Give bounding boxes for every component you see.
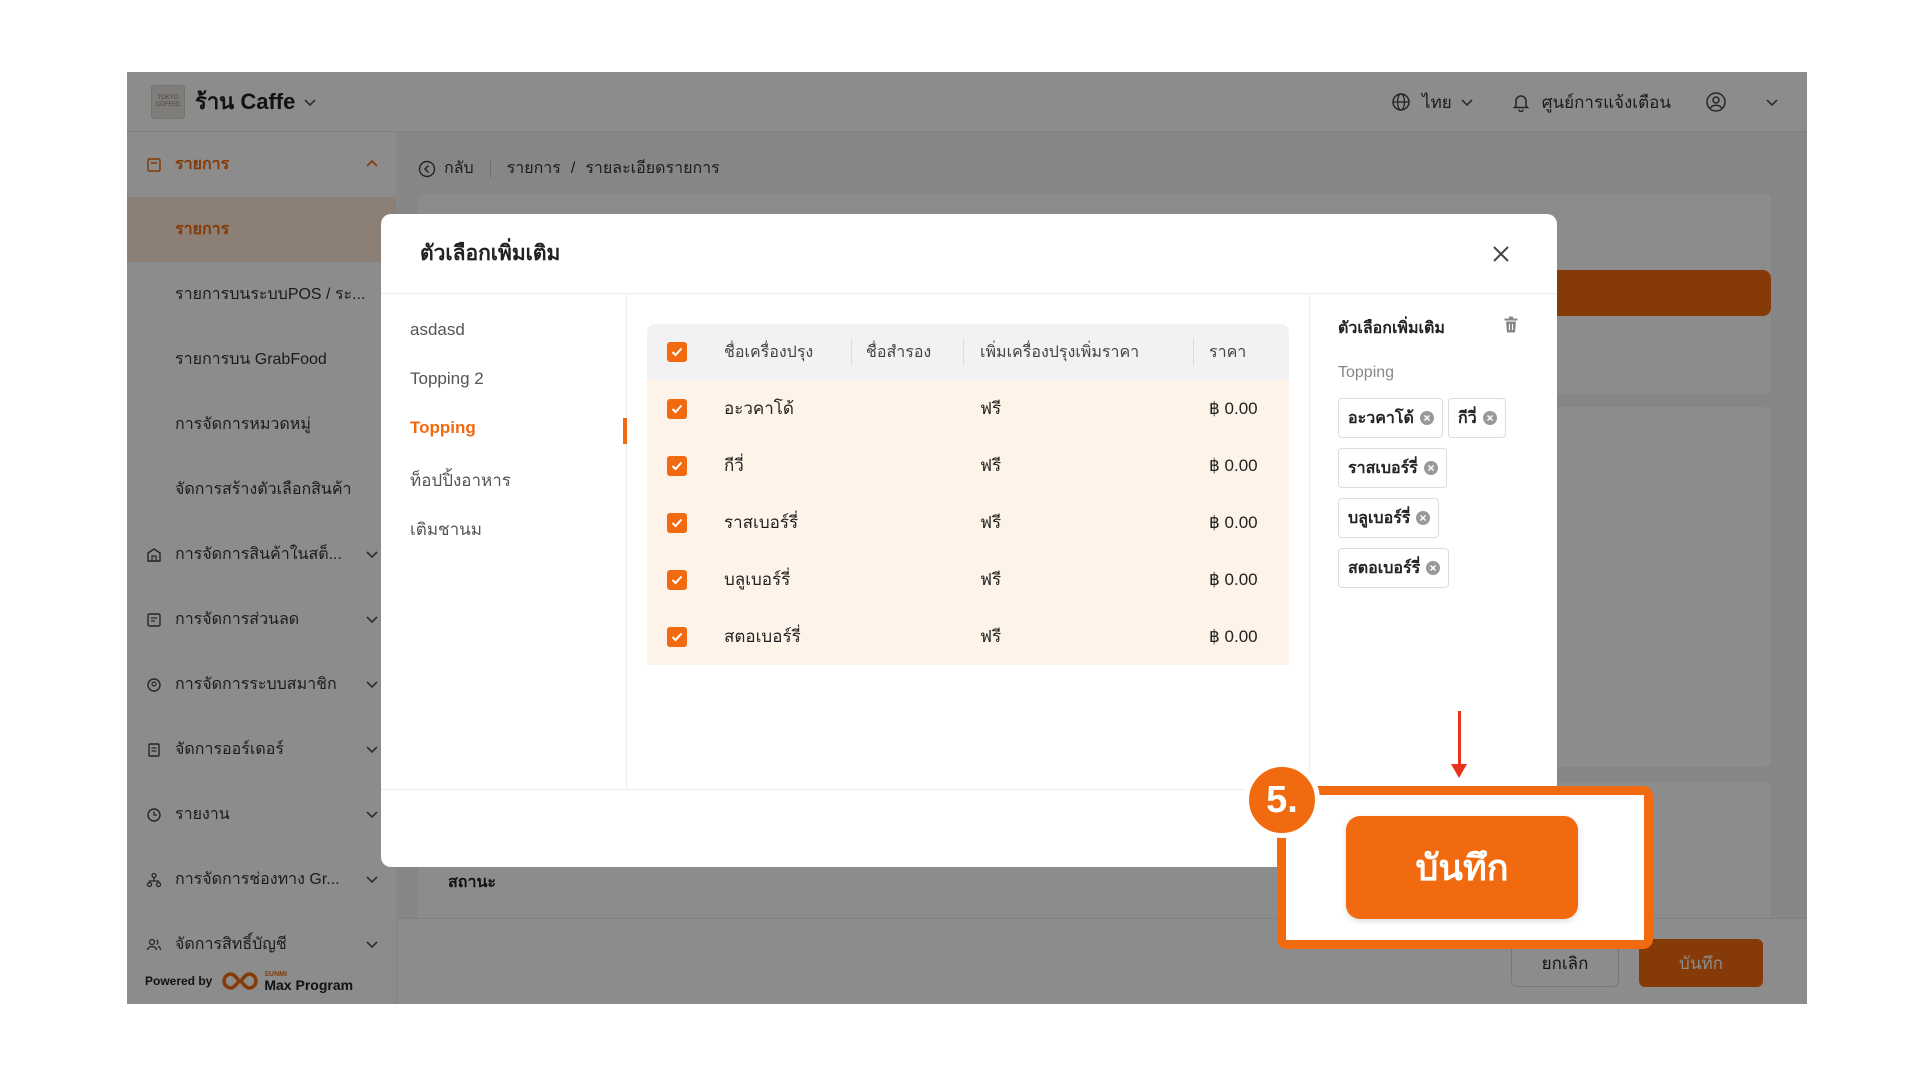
row-checkbox[interactable] [667,494,687,551]
selected-chip: บลูเบอร์รี่ [1338,498,1440,538]
table-body: อะวคาโด้ ฟรี฿ 0.00 กีวี่ ฟรี฿ 0.00 ราสเบอร์ร… [647,380,1289,665]
annotation-arrow-head-icon [1451,764,1467,778]
table-row[interactable]: อะวคาโด้ ฟรี ฿ 0.00 [647,380,1289,437]
select-all-checkbox[interactable] [667,324,687,380]
header-divider [1193,338,1194,366]
row-price: ฿ 0.00 [1209,398,1258,418]
remove-chip-icon[interactable] [1482,411,1497,425]
header-alt-name: ชื่อสำรอง [866,343,932,361]
option-group-item[interactable]: ท็อปปิ้งอาหาร [410,467,511,494]
checkbox-checked-icon [667,455,687,476]
annotation-arrow-line [1458,711,1461,768]
row-price-type: ฟรี [980,570,1002,589]
header-name: ชื่อเครื่องปรุง [724,343,814,361]
chip-label: ราสเบอร์รี่ [1348,459,1418,477]
additional-options-modal: ตัวเลือกเพิ่มเติม asdasd Topping 2 Toppi… [381,214,1557,867]
modal-title: ตัวเลือกเพิ่มเติม [420,242,561,265]
checkbox-checked-icon [667,398,687,419]
active-group-indicator [623,418,627,444]
option-group-item[interactable]: Topping 2 [410,369,484,389]
selected-chip: กีวี่ [1448,398,1506,438]
checkbox-checked-icon [667,512,687,533]
row-price-type: ฟรี [980,399,1002,418]
table-row[interactable]: ราสเบอร์รี่ ฟรี ฿ 0.00 [647,494,1289,551]
modal-header: ตัวเลือกเพิ่มเติม [381,214,1557,294]
table-row[interactable]: กีวี่ ฟรี ฿ 0.00 [647,437,1289,494]
selected-group-name: Topping [1338,364,1395,381]
row-name: อะวคาโด้ [724,399,794,418]
row-checkbox[interactable] [667,608,687,665]
table-row[interactable]: สตอเบอร์รี่ ฟรี ฿ 0.00 [647,608,1289,665]
table-row[interactable]: บลูเบอร์รี่ ฟรี ฿ 0.00 [647,551,1289,608]
remove-chip-icon[interactable] [1426,561,1441,575]
selected-chip: สตอเบอร์รี่ [1338,548,1450,588]
checkbox-checked-icon [667,569,687,590]
close-icon[interactable] [1489,242,1513,266]
row-price: ฿ 0.00 [1209,626,1258,646]
option-group-item[interactable]: เติมชานม [410,516,482,543]
row-price-type: ฟรี [980,627,1002,646]
row-checkbox[interactable] [667,437,687,494]
selected-chip: อะวคาโด้ [1338,398,1443,438]
chip-label: บลูเบอร์รี่ [1348,509,1411,527]
selected-chip: ราสเบอร์รี่ [1338,448,1447,488]
checkbox-checked-icon [667,626,687,647]
modal-save-button[interactable]: บันทึก [1346,816,1578,919]
option-group-item[interactable]: asdasd [410,320,465,340]
row-name: สตอเบอร์รี่ [724,627,801,646]
header-divider [963,338,964,366]
remove-chip-icon[interactable] [1423,461,1438,475]
row-checkbox[interactable] [667,551,687,608]
trash-icon[interactable] [1503,316,1521,334]
remove-chip-icon[interactable] [1416,511,1431,525]
row-price-type: ฟรี [980,456,1002,475]
row-price: ฿ 0.00 [1209,569,1258,589]
modal-body: asdasd Topping 2 Topping ท็อปปิ้งอาหาร เ… [381,294,1557,790]
row-checkbox[interactable] [667,380,687,437]
option-group-list: asdasd Topping 2 Topping ท็อปปิ้งอาหาร เ… [381,294,627,790]
header-price-type: เพิ่มเครื่องปรุงเพิ่มราคา [980,343,1140,361]
row-name: ราสเบอร์รี่ [724,513,799,532]
table-header: ชื่อเครื่องปรุง ชื่อสำรอง เพิ่มเครื่องปร… [647,324,1289,380]
row-price: ฿ 0.00 [1209,455,1258,475]
selected-panel-title: ตัวเลือกเพิ่มเติม [1338,320,1445,337]
option-group-item-active[interactable]: Topping [410,418,476,438]
row-price-type: ฟรี [980,513,1002,532]
checkbox-checked-icon [667,342,687,362]
row-name: กีวี่ [724,456,744,475]
chip-label: อะวคาโด้ [1348,409,1414,427]
header-divider [851,338,852,366]
row-name: บลูเบอร์รี่ [724,570,791,589]
selected-options-panel: ตัวเลือกเพิ่มเติม Topping อะวคาโด้ กีวี่ร… [1309,294,1557,790]
toppings-table: ชื่อเครื่องปรุง ชื่อสำรอง เพิ่มเครื่องปร… [647,324,1289,665]
chip-label: กีวี่ [1458,409,1477,427]
row-price: ฿ 0.00 [1209,512,1258,532]
header-price: ราคา [1209,343,1247,361]
chip-label: สตอเบอร์รี่ [1348,559,1421,577]
step-number-badge: 5. [1244,762,1320,838]
remove-chip-icon[interactable] [1419,411,1434,425]
